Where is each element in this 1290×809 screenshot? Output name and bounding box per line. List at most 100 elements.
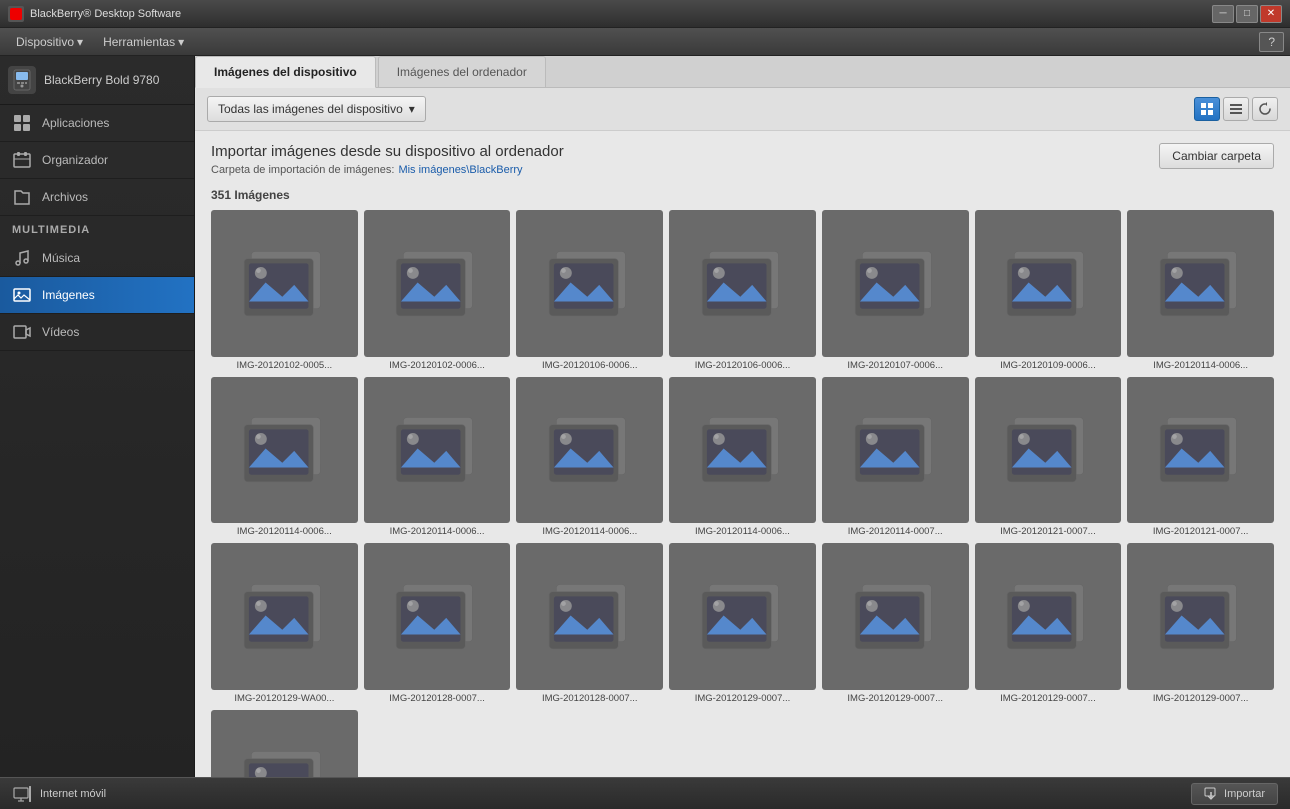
chevron-down-icon: ▾ [178, 35, 184, 49]
menu-herramientas[interactable]: Herramientas ▾ [93, 31, 194, 53]
image-thumbnail [669, 377, 816, 524]
aplicaciones-label: Aplicaciones [42, 116, 109, 130]
image-label: IMG-20120121-0007... [975, 526, 1122, 537]
list-item[interactable]: IMG-20120114-0007... [822, 377, 969, 538]
image-label: IMG-20120129-WA00... [211, 693, 358, 704]
device-icon [8, 66, 36, 94]
list-item[interactable]: IMG-20120129-0007... [1127, 543, 1274, 704]
image-label: IMG-20120102-0006... [364, 360, 511, 371]
chevron-down-icon: ▾ [409, 102, 415, 116]
image-label: IMG-20120114-0007... [822, 526, 969, 537]
sidebar: BlackBerry Bold 9780 Aplicaciones [0, 56, 195, 777]
image-label: IMG-20120114-0006... [364, 526, 511, 537]
list-item[interactable]: IMG-20120107-0006... [822, 210, 969, 371]
image-label: IMG-20120129-0007... [669, 693, 816, 704]
maximize-button[interactable]: □ [1236, 5, 1258, 23]
image-label: IMG-20120114-0006... [669, 526, 816, 537]
list-item[interactable]: IMG-20120128-0007... [364, 543, 511, 704]
image-thumbnail [211, 210, 358, 357]
grid-view-button[interactable] [1194, 97, 1220, 121]
image-thumbnail [211, 710, 358, 777]
files-icon [12, 187, 32, 207]
image-label: IMG-20120107-0006... [822, 360, 969, 371]
menubar: Dispositivo ▾ Herramientas ▾ ? [0, 28, 1290, 56]
refresh-button[interactable] [1252, 97, 1278, 121]
help-button[interactable]: ? [1259, 32, 1284, 52]
apps-icon [12, 113, 32, 133]
content-area: Imágenes del dispositivo Imágenes del or… [195, 56, 1290, 777]
imagenes-label: Imágenes [42, 288, 95, 302]
internet-icon [12, 784, 32, 804]
image-label: IMG-20120129-0007... [1127, 693, 1274, 704]
toolbar: Todas las imágenes del dispositivo ▾ [195, 88, 1290, 131]
image-thumbnail [364, 210, 511, 357]
image-thumbnail [822, 377, 969, 524]
view-buttons [1194, 97, 1278, 121]
window-controls: ─ □ ✕ [1212, 5, 1282, 23]
sidebar-item-aplicaciones[interactable]: Aplicaciones [0, 105, 194, 142]
device-name: BlackBerry Bold 9780 [44, 73, 159, 87]
cambiar-carpeta-button[interactable]: Cambiar carpeta [1159, 143, 1274, 169]
sidebar-item-videos[interactable]: Vídeos [0, 314, 194, 351]
image-label: IMG-20120121-0007... [1127, 526, 1274, 537]
menu-dispositivo[interactable]: Dispositivo ▾ [6, 31, 93, 53]
organizer-icon [12, 150, 32, 170]
tabs: Imágenes del dispositivo Imágenes del or… [195, 56, 1290, 88]
image-thumbnail [975, 377, 1122, 524]
dropdown-button[interactable]: Todas las imágenes del dispositivo ▾ [207, 96, 426, 122]
image-thumbnail [364, 377, 511, 524]
list-item[interactable]: IMG-20120109-0006... [975, 210, 1122, 371]
image-label: IMG-20120109-0006... [975, 360, 1122, 371]
image-label: IMG-20120106-0006... [516, 360, 663, 371]
image-grid: IMG-20120102-0005... IMG-20120102-0006..… [211, 210, 1274, 777]
videos-icon [12, 322, 32, 342]
device-section: BlackBerry Bold 9780 [0, 56, 194, 105]
list-item[interactable]: IMG-20120102-0005... [211, 210, 358, 371]
status-left: Internet móvil [12, 784, 106, 804]
minimize-button[interactable]: ─ [1212, 5, 1234, 23]
image-label: IMG-20120129-0007... [822, 693, 969, 704]
import-header: Importar imágenes desde su dispositivo a… [195, 131, 1290, 184]
list-item[interactable]: IMG-20120114-0006... [516, 377, 663, 538]
window-title: BlackBerry® Desktop Software [30, 8, 1212, 20]
image-thumbnail [669, 543, 816, 690]
tab-imagenes-ordenador[interactable]: Imágenes del ordenador [378, 56, 546, 87]
list-item[interactable]: IMG-20120106-0006... [516, 210, 663, 371]
list-item[interactable]: IMG-20120129-0007... [975, 543, 1122, 704]
list-item[interactable]: IMG-20120128-0007... [516, 543, 663, 704]
list-item[interactable]: IMG-20120129-WA00... [211, 543, 358, 704]
list-item[interactable]: IMG-20120106-0006... [669, 210, 816, 371]
tab-imagenes-dispositivo[interactable]: Imágenes del dispositivo [195, 56, 376, 88]
image-thumbnail [822, 543, 969, 690]
list-item[interactable]: IMG-20120121-0007... [975, 377, 1122, 538]
image-label: IMG-20120106-0006... [669, 360, 816, 371]
sidebar-item-imagenes[interactable]: Imágenes [0, 277, 194, 314]
sidebar-item-organizador[interactable]: Organizador [0, 142, 194, 179]
image-thumbnail [364, 543, 511, 690]
image-thumbnail [516, 210, 663, 357]
sidebar-item-archivos[interactable]: Archivos [0, 179, 194, 216]
import-action-button[interactable]: Importar [1191, 783, 1278, 805]
list-item[interactable]: IMG-20120130-0007... [211, 710, 358, 777]
grid-container[interactable]: IMG-20120102-0005... IMG-20120102-0006..… [195, 210, 1290, 777]
sidebar-item-musica[interactable]: Música [0, 240, 194, 277]
image-label: IMG-20120102-0005... [211, 360, 358, 371]
app-icon [8, 6, 24, 22]
image-label: IMG-20120129-0007... [975, 693, 1122, 704]
import-path-link[interactable]: Mis imágenes\BlackBerry [398, 164, 522, 176]
list-item[interactable]: IMG-20120114-0006... [1127, 210, 1274, 371]
status-right: Importar [1191, 783, 1278, 805]
list-item[interactable]: IMG-20120114-0006... [364, 377, 511, 538]
list-item[interactable]: IMG-20120114-0006... [669, 377, 816, 538]
list-item[interactable]: IMG-20120129-0007... [669, 543, 816, 704]
image-thumbnail [1127, 543, 1274, 690]
list-item[interactable]: IMG-20120114-0006... [211, 377, 358, 538]
list-item[interactable]: IMG-20120121-0007... [1127, 377, 1274, 538]
list-item[interactable]: IMG-20120129-0007... [822, 543, 969, 704]
image-thumbnail [211, 377, 358, 524]
image-thumbnail [1127, 377, 1274, 524]
list-item[interactable]: IMG-20120102-0006... [364, 210, 511, 371]
list-view-button[interactable] [1223, 97, 1249, 121]
image-label: IMG-20120114-0006... [1127, 360, 1274, 371]
close-button[interactable]: ✕ [1260, 5, 1282, 23]
